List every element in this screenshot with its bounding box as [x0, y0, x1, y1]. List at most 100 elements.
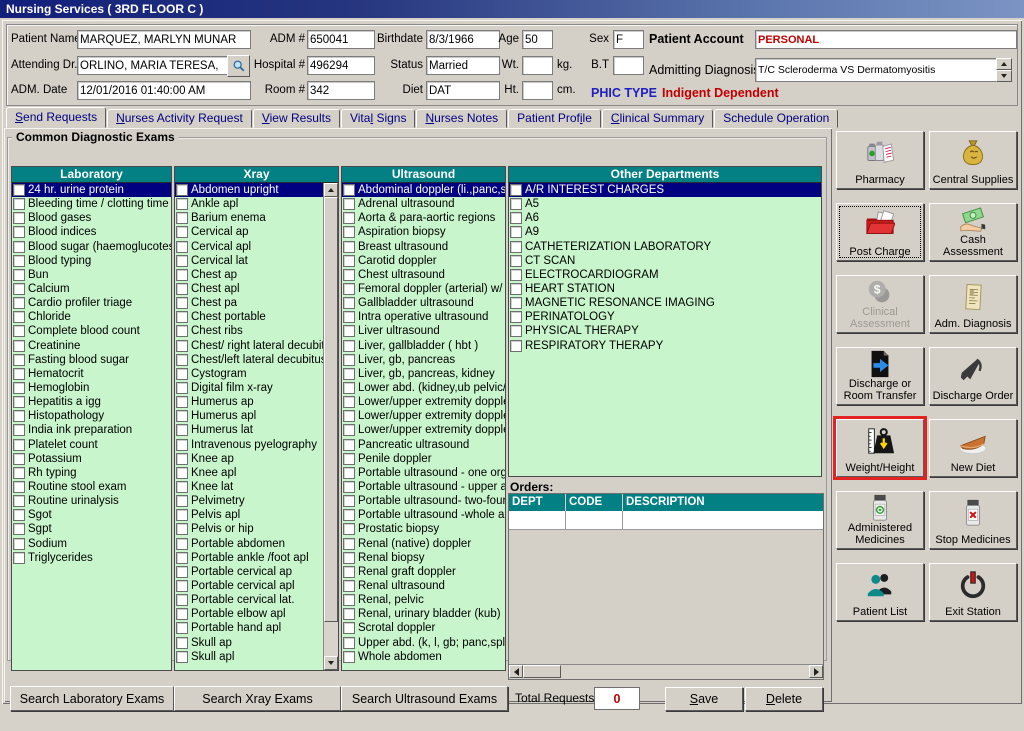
list-item[interactable]: A5 [509, 197, 821, 211]
checkbox[interactable] [13, 396, 25, 408]
list-item[interactable]: Liver, gb, pancreas [342, 353, 505, 367]
checkbox[interactable] [176, 453, 188, 465]
list-item[interactable]: Bleeding time / clotting time [12, 197, 171, 211]
list-item[interactable]: Chest pa [175, 296, 324, 310]
checkbox[interactable] [13, 424, 25, 436]
list-item[interactable]: Bun [12, 268, 171, 282]
checkbox[interactable] [176, 212, 188, 224]
checkbox[interactable] [13, 226, 25, 238]
sex-field[interactable] [613, 30, 644, 49]
discharge-order-button[interactable]: Discharge Order [929, 347, 1017, 405]
list-item[interactable]: Chest portable [175, 310, 324, 324]
checkbox[interactable] [343, 594, 355, 606]
stop-medicines-button[interactable]: Stop Medicines [929, 491, 1017, 549]
search-ultrasound-exams-button[interactable]: Search Ultrasound Exams [341, 686, 508, 711]
checkbox[interactable] [176, 269, 188, 281]
checkbox[interactable] [176, 297, 188, 309]
checkbox[interactable] [343, 580, 355, 592]
checkbox[interactable] [510, 198, 522, 210]
scroll-down-icon[interactable] [324, 656, 338, 670]
list-item[interactable]: Prostatic biopsy [342, 522, 505, 536]
checkbox[interactable] [343, 382, 355, 394]
scroll-right-icon[interactable] [809, 665, 823, 678]
list-item[interactable]: Chest apl [175, 282, 324, 296]
birthdate-field[interactable] [426, 30, 500, 49]
list-item[interactable]: Potassium [12, 452, 171, 466]
checkbox[interactable] [343, 608, 355, 620]
list-item[interactable]: Humerus apl [175, 409, 324, 423]
list-item[interactable]: Triglycerides [12, 551, 171, 565]
list-item[interactable]: Portable cervical apl [175, 579, 324, 593]
checkbox[interactable] [176, 241, 188, 253]
weight-height-button[interactable]: Weight/Height [836, 419, 924, 477]
list-item[interactable]: Routine stool exam [12, 480, 171, 494]
checkbox[interactable] [343, 283, 355, 295]
patient-name-field[interactable] [77, 30, 251, 49]
orders-empty-row[interactable] [509, 511, 823, 530]
list-item[interactable]: Adrenal ultrasound [342, 197, 505, 211]
list-item[interactable]: Chest/ right lateral decubitus [175, 339, 324, 353]
checkbox[interactable] [510, 311, 522, 323]
list-item[interactable]: Blood indices [12, 225, 171, 239]
checkbox[interactable] [176, 538, 188, 550]
tab-clinical-summary[interactable]: Clinical Summary [602, 109, 713, 128]
xray-scrollbar[interactable] [323, 183, 338, 670]
checkbox[interactable] [176, 637, 188, 649]
list-item[interactable]: Digital film x-ray [175, 381, 324, 395]
list-item[interactable]: Platelet count [12, 438, 171, 452]
checkbox[interactable] [176, 594, 188, 606]
checkbox[interactable] [343, 424, 355, 436]
checkbox[interactable] [510, 269, 522, 281]
checkbox[interactable] [13, 495, 25, 507]
delete-button[interactable]: Delete [745, 687, 823, 711]
list-item[interactable]: Breast ultrasound [342, 240, 505, 254]
checkbox[interactable] [176, 495, 188, 507]
scroll-thumb[interactable] [324, 197, 338, 622]
tab-vital-signs[interactable]: Vital Signs [341, 109, 416, 128]
list-item[interactable]: A9 [509, 225, 821, 239]
checkbox[interactable] [343, 467, 355, 479]
checkbox[interactable] [13, 538, 25, 550]
checkbox[interactable] [176, 184, 188, 196]
list-item[interactable]: Scrotal doppler [342, 621, 505, 635]
list-item[interactable]: Intra operative ultrasound [342, 310, 505, 324]
status-field[interactable] [426, 56, 500, 75]
tab-nurses-activity-request[interactable]: Nurses Activity Request [107, 109, 252, 128]
checkbox[interactable] [13, 552, 25, 564]
patient-account-field[interactable] [755, 30, 1017, 49]
list-item[interactable]: ELECTROCARDIOGRAM [509, 268, 821, 282]
pharmacy-button[interactable]: Pharmacy [836, 131, 924, 189]
wt-field[interactable] [522, 56, 553, 75]
list-item[interactable]: Humerus lat [175, 423, 324, 437]
list-item[interactable]: Skull apl [175, 650, 324, 664]
new-diet-button[interactable]: New Diet [929, 419, 1017, 477]
list-item[interactable]: Histopathology [12, 409, 171, 423]
checkbox[interactable] [176, 509, 188, 521]
list-item[interactable]: Portable ultrasound- two-four [342, 494, 505, 508]
list-item[interactable]: MAGNETIC RESONANCE IMAGING [509, 296, 821, 310]
search-laboratory-exams-button[interactable]: Search Laboratory Exams [10, 686, 174, 711]
checkbox[interactable] [343, 651, 355, 663]
list-item[interactable]: Blood gases [12, 211, 171, 225]
checkbox[interactable] [510, 340, 522, 352]
list-item[interactable]: Portable cervical ap [175, 565, 324, 579]
checkbox[interactable] [176, 311, 188, 323]
list-item[interactable]: Penile doppler [342, 452, 505, 466]
checkbox[interactable] [343, 184, 355, 196]
checkbox[interactable] [343, 255, 355, 267]
attending-dr-search-button[interactable] [227, 55, 250, 77]
list-item[interactable]: Chest ribs [175, 324, 324, 338]
list-item[interactable]: Renal, urinary bladder (kub) [342, 607, 505, 621]
administered-medicines-button[interactable]: Administered Medicines [836, 491, 924, 549]
checkbox[interactable] [13, 439, 25, 451]
list-item[interactable]: Aspiration biopsy [342, 225, 505, 239]
list-item[interactable]: CT SCAN [509, 254, 821, 268]
bt-field[interactable] [613, 56, 644, 75]
tab-patient-profile[interactable]: Patient Profile [508, 109, 601, 128]
checkbox[interactable] [343, 241, 355, 253]
list-item[interactable]: Lower/upper extremity doppler [342, 423, 505, 437]
checkbox[interactable] [13, 212, 25, 224]
checkbox[interactable] [343, 340, 355, 352]
list-item[interactable]: Femoral doppler (arterial) w/ fl [342, 282, 505, 296]
list-item[interactable]: Portable ultrasound -whole abd [342, 508, 505, 522]
